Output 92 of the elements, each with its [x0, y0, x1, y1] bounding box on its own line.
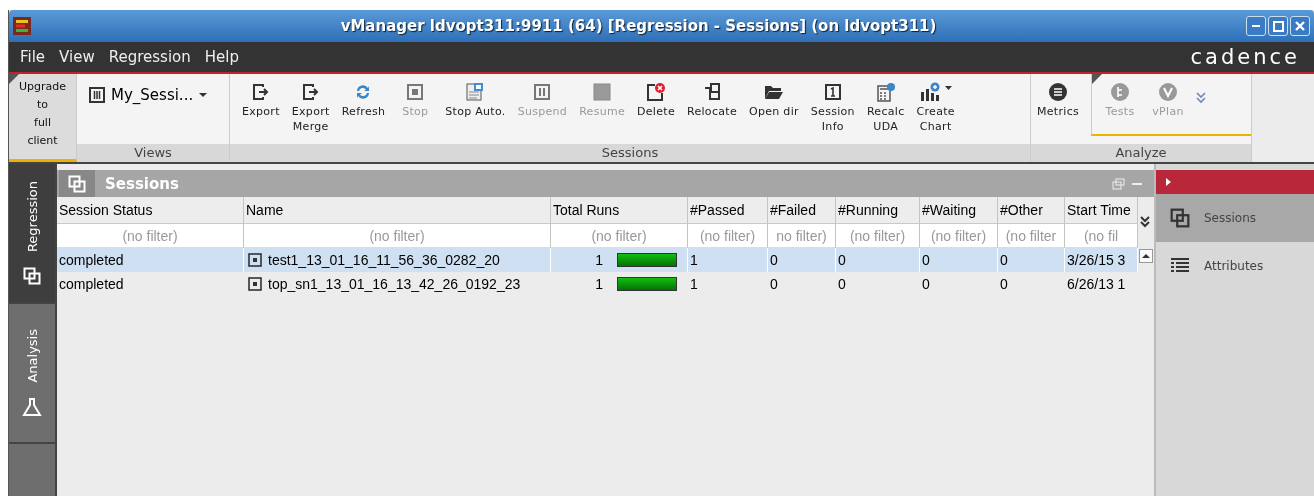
export-icon: [301, 83, 320, 101]
sessions-icon: [68, 174, 86, 193]
column-header[interactable]: #Waiting: [920, 197, 998, 224]
table-cell: 1: [690, 252, 698, 268]
table-cell: 1: [595, 252, 603, 268]
panel-item[interactable]: Sessions: [1156, 194, 1314, 242]
table-cell: 1: [690, 276, 698, 292]
columns-icon: [89, 87, 105, 103]
group-label: Analyze: [1031, 144, 1251, 162]
table-cell: top_sn1_13_01_16_13_42_26_0192_23: [268, 276, 521, 292]
brand-logo: cadence: [1190, 45, 1301, 69]
toolbar-button[interactable]: Metrics: [1031, 74, 1086, 119]
delete-icon: [646, 82, 666, 102]
column-header[interactable]: Start Time: [1065, 197, 1138, 224]
double-chevron-icon[interactable]: [1139, 215, 1151, 229]
toolbar-button[interactable]: Delete: [631, 80, 681, 119]
toolbar-button[interactable]: Refresh: [335, 80, 392, 119]
column-header[interactable]: #Other: [998, 197, 1065, 224]
menu-item[interactable]: Regression: [101, 48, 198, 66]
column-header[interactable]: #Failed: [768, 197, 836, 224]
toolbar-button[interactable]: Stop Auto.: [439, 80, 512, 119]
group-label: Views: [77, 144, 229, 162]
menu-item[interactable]: Help: [197, 48, 246, 66]
folder-icon: [763, 83, 784, 101]
toolbar-button[interactable]: Export: [236, 80, 286, 119]
caret-icon: [945, 86, 953, 91]
table-cell: 0: [1000, 276, 1008, 292]
resume-icon: [593, 83, 612, 101]
double-chevron-icon: [1196, 92, 1207, 104]
toolbar-button[interactable]: Recalc UDA: [860, 80, 911, 134]
corner-mark-icon: [1092, 74, 1103, 84]
table-cell: completed: [59, 252, 124, 268]
window-title: vManager ldvopt311:9911 (64) [Regression - Sessions] (on ldvopt311): [339, 17, 938, 35]
progress-bar: [617, 277, 677, 291]
toolbar-button[interactable]: Session Info: [804, 80, 861, 134]
sessions-icon: [1170, 208, 1190, 228]
info-icon: [823, 83, 842, 101]
minimize-icon: [1252, 25, 1260, 27]
stop-icon: [406, 83, 425, 101]
column-header[interactable]: #Running: [836, 197, 920, 224]
maximize-button[interactable]: [1268, 16, 1288, 36]
column-header[interactable]: #Passed: [688, 197, 768, 224]
table-cell: completed: [59, 276, 124, 292]
table-cell: 3/26/15 3: [1067, 252, 1126, 268]
tests-icon: [1110, 82, 1131, 102]
upgrade-button[interactable]: Upgrade to full client: [19, 74, 66, 150]
column-header[interactable]: Total Runs: [551, 197, 688, 224]
sessions-icon: [23, 266, 41, 285]
column-header[interactable]: Name: [244, 197, 551, 224]
session-icon: [248, 277, 262, 291]
view-selector[interactable]: My_Sessi...: [77, 80, 214, 104]
list-icon: [1170, 257, 1190, 275]
group-label: Sessions: [230, 144, 1030, 162]
table-row[interactable]: completed test1_13_01_16_11_56_36_0282_20 1 1 0 0 0 0 3/26/15 3: [57, 248, 1138, 272]
table-cell: 0: [838, 276, 846, 292]
vplan-icon: [1158, 82, 1179, 102]
menu-item[interactable]: View: [52, 48, 102, 66]
close-icon: [1295, 21, 1305, 31]
column-header[interactable]: Session Status: [57, 197, 244, 224]
panel-title: Sessions: [105, 174, 179, 193]
metrics-icon: [1048, 82, 1068, 102]
expand-arrow-icon[interactable]: [1166, 178, 1172, 186]
toolbar-button[interactable]: Create Chart: [910, 80, 961, 134]
caret-icon: [199, 92, 208, 98]
table-cell: test1_13_01_16_11_56_36_0282_20: [268, 252, 500, 268]
session-icon: [248, 253, 262, 267]
table-cell: 0: [770, 276, 778, 292]
close-button[interactable]: [1290, 16, 1310, 36]
toolbar-button[interactable]: Open dir: [742, 80, 805, 119]
minimize-button[interactable]: [1246, 16, 1266, 36]
table-cell: 0: [922, 276, 930, 292]
flask-icon: [22, 396, 42, 417]
table-cell: 6/26/13 1: [1067, 276, 1126, 292]
table-row[interactable]: completed top_sn1_13_01_16_13_42_26_0192_23 1 1 0 0 0 0 6/26/13 1: [57, 272, 1138, 296]
table-cell: 1: [595, 276, 603, 292]
table-cell: 0: [838, 252, 846, 268]
relocate-icon: [702, 83, 721, 101]
progress-bar: [617, 253, 677, 267]
pause-icon: [533, 83, 552, 101]
side-tab[interactable]: Regression: [9, 164, 55, 304]
stop-auto-icon: [465, 82, 486, 102]
scroll-up-button[interactable]: [1139, 249, 1153, 263]
table-cell: 0: [922, 252, 930, 268]
app-icon: [13, 17, 31, 35]
menu-item[interactable]: File: [13, 48, 53, 66]
toolbar-button[interactable]: Relocate: [681, 80, 743, 119]
table-cell: 0: [1000, 252, 1008, 268]
calculator-icon: [875, 82, 896, 102]
maximize-icon: [1272, 20, 1284, 32]
toolbar-button[interactable]: Export Merge: [285, 80, 336, 134]
table-cell: 0: [770, 252, 778, 268]
export-icon: [251, 83, 270, 101]
